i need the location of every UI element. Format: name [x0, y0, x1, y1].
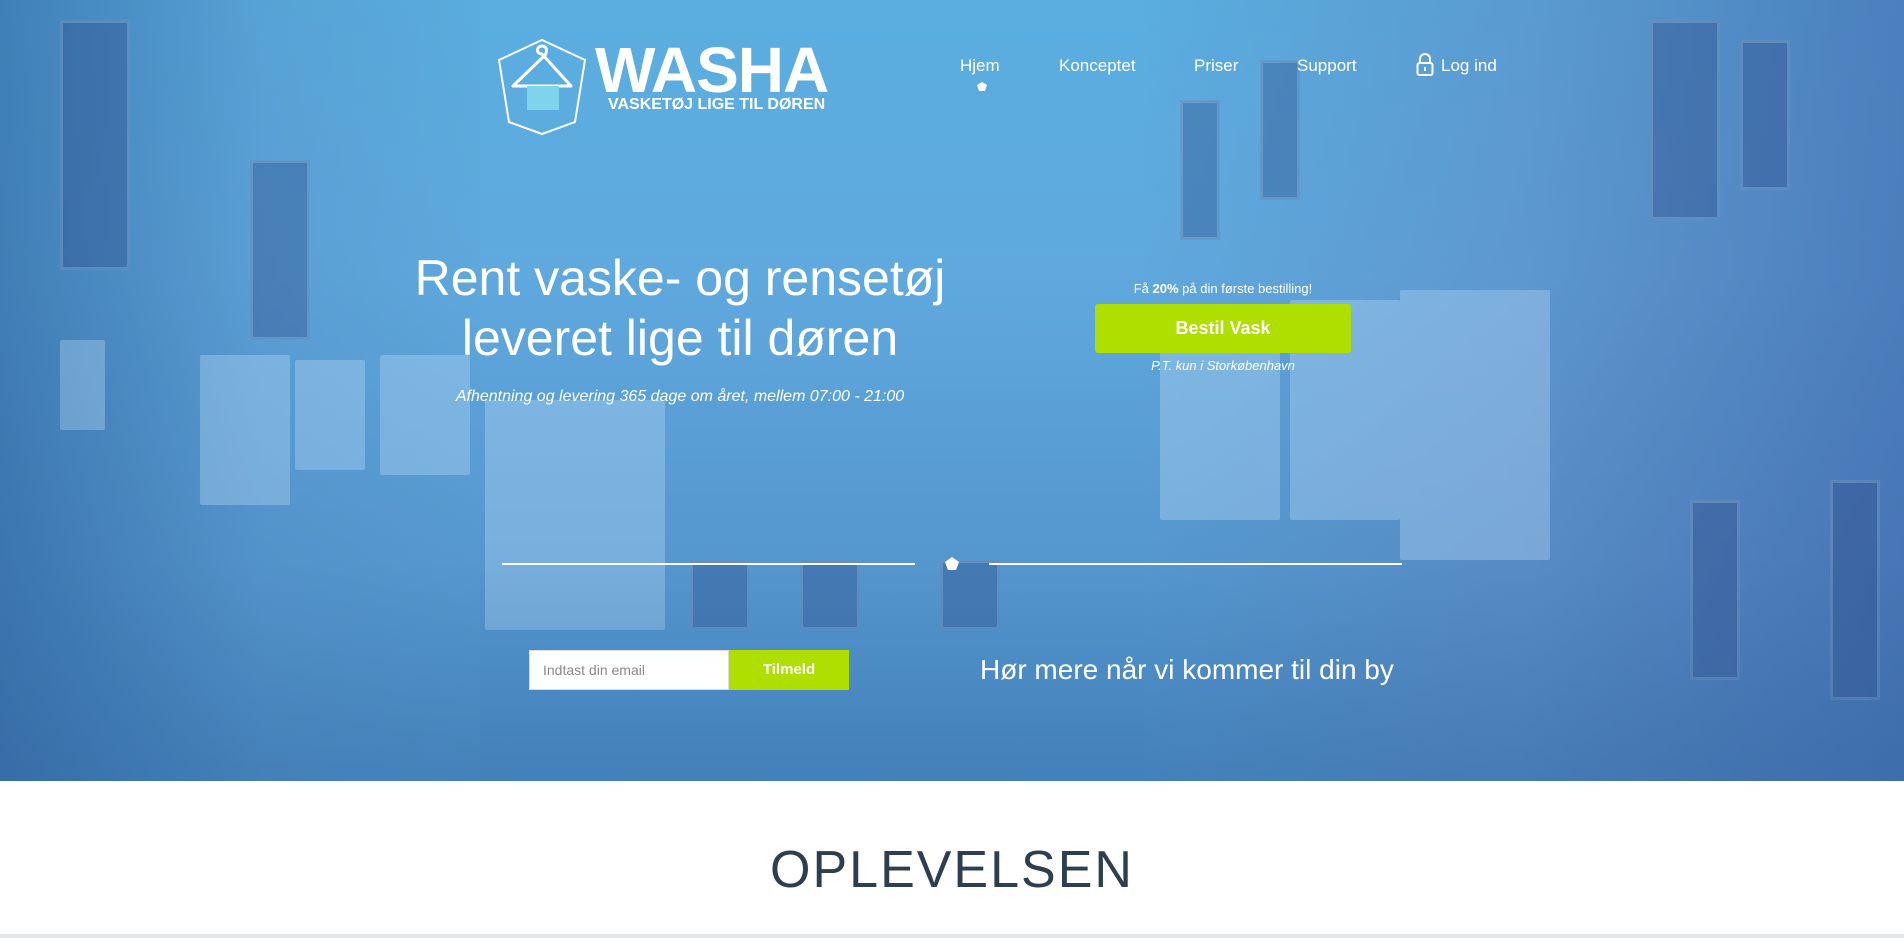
order-wash-button[interactable]: Bestil Vask: [1095, 304, 1351, 353]
section-divider: [0, 934, 1904, 938]
hanger-logo-icon: [497, 38, 587, 136]
promo-prefix: Få: [1133, 281, 1153, 296]
lock-icon[interactable]: [1416, 53, 1434, 77]
promo-highlight: 20%: [1152, 281, 1179, 296]
hero-section: WASHA VASKETØJ LIGE TIL DØREN Hjem Konce…: [0, 0, 1904, 781]
background-window: [1260, 60, 1300, 200]
background-window: [1650, 20, 1720, 220]
background-laundry: [380, 355, 470, 475]
signup-text: Hør mere når vi kommer til din by: [980, 654, 1394, 685]
section-title: OPLEVELSEN: [770, 841, 1134, 899]
background-window: [60, 20, 130, 270]
login-link[interactable]: Log ind: [1441, 56, 1497, 76]
hero-headline-line2: leveret lige til døren: [461, 310, 899, 366]
divider-line-right: [989, 563, 1402, 565]
logo[interactable]: WASHA VASKETØJ LIGE TIL DØREN: [495, 36, 829, 138]
divider-line-left: [502, 563, 915, 565]
background-laundry: [295, 360, 365, 470]
brand-name: WASHA: [595, 34, 829, 106]
nav-item-priser[interactable]: Priser: [1194, 56, 1238, 76]
background-window: [1740, 40, 1790, 190]
hero-headline: Rent vaske- og rensetøj leveret lige til…: [380, 248, 980, 368]
hero-subline: Afhentning og levering 365 dage om året,…: [455, 388, 905, 405]
divider-pentagon-icon: [945, 557, 959, 570]
cta-note: P.T. kun i Storkøbenhavn: [1151, 358, 1295, 373]
signup-button[interactable]: Tilmeld: [729, 650, 849, 690]
background-window: [250, 160, 310, 340]
brand-tagline: VASKETØJ LIGE TIL DØREN: [608, 96, 826, 113]
background-street: [0, 560, 1904, 781]
email-input[interactable]: [529, 650, 729, 690]
background-laundry: [60, 340, 105, 430]
nav-item-hjem[interactable]: Hjem: [960, 56, 1000, 76]
promo-suffix: på din første bestilling!: [1178, 281, 1313, 296]
active-nav-indicator-icon: [977, 82, 987, 91]
nav-item-support[interactable]: Support: [1297, 56, 1357, 76]
hero-headline-line1: Rent vaske- og rensetøj: [414, 250, 946, 306]
background-laundry: [200, 355, 290, 505]
nav-item-konceptet[interactable]: Konceptet: [1059, 56, 1136, 76]
background-laundry: [1400, 290, 1550, 560]
background-window: [1180, 100, 1220, 240]
promo-text: Få 20% på din første bestilling!: [1095, 281, 1351, 296]
